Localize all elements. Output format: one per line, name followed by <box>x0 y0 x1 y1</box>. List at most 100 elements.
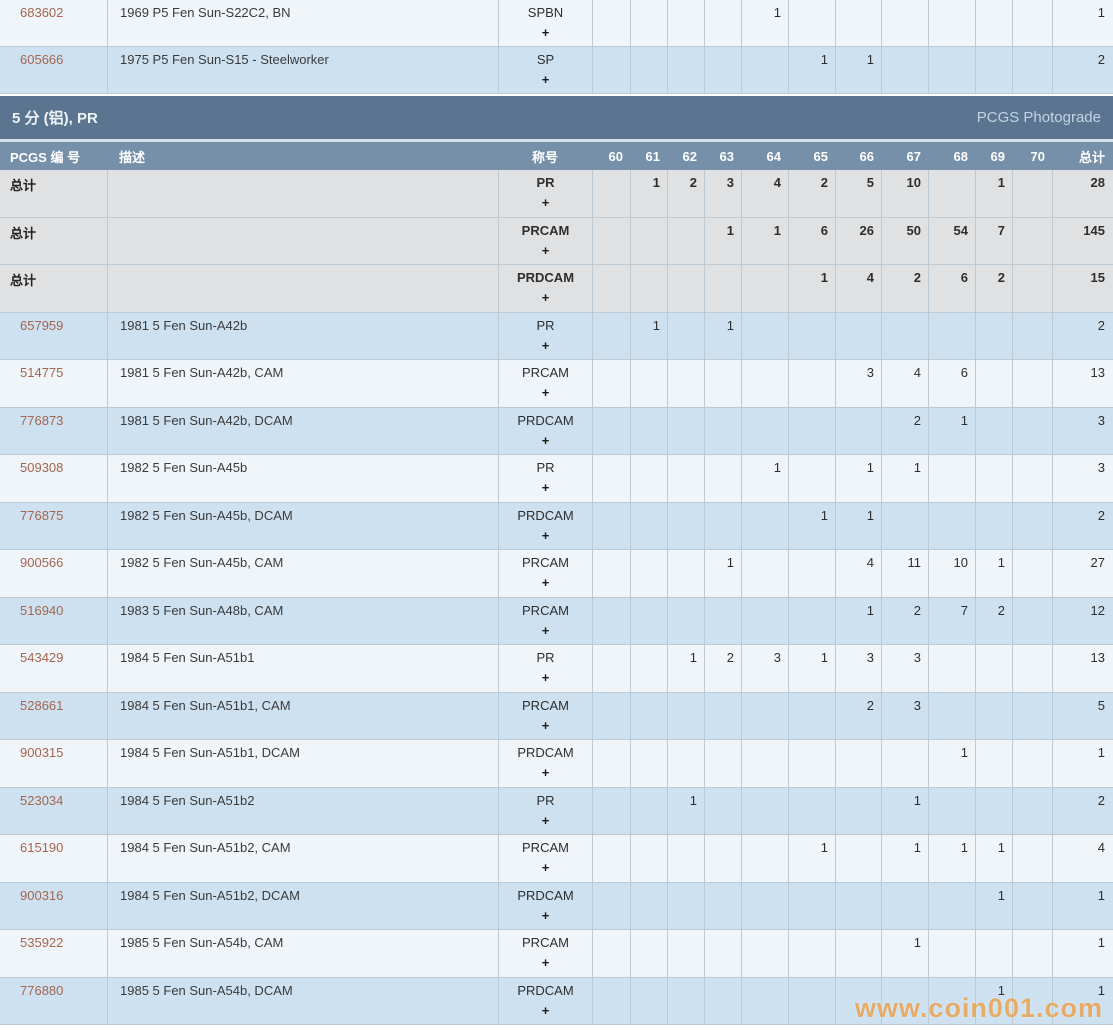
expand-plus-button[interactable]: + <box>499 813 592 829</box>
grade-count-cell <box>1012 47 1052 93</box>
pcgs-number-link[interactable]: 514775 <box>0 365 63 380</box>
grade-count-cell <box>667 0 704 46</box>
pcgs-number-link[interactable]: 900315 <box>0 745 63 760</box>
pcgs-number-link[interactable]: 776875 <box>0 508 63 523</box>
designation-cell: PRCAM+ <box>498 598 592 645</box>
pcgs-number-link[interactable]: 509308 <box>0 460 63 475</box>
coin-description: 1985 5 Fen Sun-A54b, DCAM <box>120 983 293 998</box>
expand-plus-button[interactable]: + <box>499 1003 592 1019</box>
designation-label: PR <box>499 175 592 191</box>
grade-column-header: 65 <box>788 149 835 164</box>
pcgs-number-link[interactable]: 528661 <box>0 698 63 713</box>
expand-plus-button[interactable]: + <box>499 765 592 781</box>
designation-cell: PR+ <box>498 645 592 692</box>
row-total-cell: 28 <box>1052 170 1113 217</box>
grade-count-cell: 3 <box>881 645 928 692</box>
expand-plus-button[interactable]: + <box>499 908 592 924</box>
row-total-cell: 12 <box>1052 598 1113 645</box>
grade-count-cell <box>741 598 788 645</box>
pcgs-photograde-link[interactable]: PCGS Photograde <box>977 109 1101 126</box>
expand-plus-button[interactable]: + <box>499 338 592 354</box>
pcgs-number-link[interactable]: 657959 <box>0 318 63 333</box>
expand-plus-button[interactable]: + <box>499 25 592 41</box>
description-cell: 1982 5 Fen Sun-A45b <box>107 455 498 502</box>
grade-count-cell <box>1012 645 1052 692</box>
expand-plus-button[interactable]: + <box>499 480 592 496</box>
id-cell: 776880 <box>0 978 107 1025</box>
grade-count-cell: 3 <box>835 360 881 407</box>
table-row: 6579591981 5 Fen Sun-A42bPR+112 <box>0 313 1113 361</box>
grade-column-header: 69 <box>975 149 1012 164</box>
id-cell: 总计 <box>0 170 107 217</box>
table-row: 5147751981 5 Fen Sun-A42b, CAMPRCAM+3461… <box>0 360 1113 408</box>
expand-plus-button[interactable]: + <box>499 528 592 544</box>
pcgs-number-link[interactable]: 900316 <box>0 888 63 903</box>
description-cell: 1983 5 Fen Sun-A48b, CAM <box>107 598 498 645</box>
table-header-row: PCGS 编 号 描述 称号 6061626364656667686970 总计 <box>0 142 1113 170</box>
pcgs-number-link[interactable]: 683602 <box>0 5 63 20</box>
expand-plus-button[interactable]: + <box>499 623 592 639</box>
pcgs-number-link[interactable]: 543429 <box>0 650 63 665</box>
grade-count-cell <box>1012 170 1052 217</box>
pcgs-number-link[interactable]: 523034 <box>0 793 63 808</box>
pcgs-number-link[interactable]: 605666 <box>0 52 63 67</box>
grade-count-cell <box>1012 978 1052 1025</box>
header-total: 总计 <box>1052 147 1113 166</box>
grade-count-cell <box>1012 883 1052 930</box>
designation-label: PRDCAM <box>499 888 592 904</box>
grade-count-cell <box>741 930 788 977</box>
grade-count-cell <box>592 788 630 835</box>
expand-plus-button[interactable]: + <box>499 955 592 971</box>
expand-plus-button[interactable]: + <box>499 72 592 88</box>
header-designation: 称号 <box>498 147 592 166</box>
expand-plus-button[interactable]: + <box>499 860 592 876</box>
grade-count-cell: 2 <box>667 170 704 217</box>
grade-count-cell <box>667 693 704 740</box>
grade-count-cell <box>630 835 667 882</box>
expand-plus-button[interactable]: + <box>499 575 592 591</box>
expand-plus-button[interactable]: + <box>499 290 592 306</box>
grade-count-cell: 1 <box>975 978 1012 1025</box>
grade-count-cell: 4 <box>881 360 928 407</box>
description-cell: 1984 5 Fen Sun-A51b1 <box>107 645 498 692</box>
expand-plus-button[interactable]: + <box>499 243 592 259</box>
grade-count-cell <box>592 835 630 882</box>
designation-label: SP <box>499 52 592 68</box>
expand-plus-button[interactable]: + <box>499 670 592 686</box>
grade-count-cell <box>592 930 630 977</box>
expand-plus-button[interactable]: + <box>499 433 592 449</box>
description-cell: 1984 5 Fen Sun-A51b1, DCAM <box>107 740 498 787</box>
expand-plus-button[interactable]: + <box>499 718 592 734</box>
row-total-cell: 3 <box>1052 408 1113 455</box>
id-cell: 776873 <box>0 408 107 455</box>
pcgs-number-link[interactable]: 900566 <box>0 555 63 570</box>
pcgs-number-link[interactable]: 516940 <box>0 603 63 618</box>
pcgs-number-link[interactable]: 776873 <box>0 413 63 428</box>
grade-count-cell <box>630 47 667 93</box>
grade-count-cell <box>667 218 704 265</box>
grade-count-cell <box>788 598 835 645</box>
id-cell: 900315 <box>0 740 107 787</box>
expand-plus-button[interactable]: + <box>499 195 592 211</box>
pcgs-number-link[interactable]: 615190 <box>0 840 63 855</box>
designation-cell: PR+ <box>498 313 592 360</box>
grade-count-cell: 2 <box>788 170 835 217</box>
id-cell: 总计 <box>0 218 107 265</box>
grade-count-cell <box>630 693 667 740</box>
totals-section: 总计PR+12342510128总计PRCAM+1162650547145总计P… <box>0 170 1113 313</box>
grade-count-cell <box>788 788 835 835</box>
row-total-cell: 13 <box>1052 360 1113 407</box>
grade-count-cell <box>592 598 630 645</box>
grade-count-cell <box>1012 455 1052 502</box>
grade-count-cell <box>630 930 667 977</box>
description-cell <box>107 170 498 217</box>
grade-count-cell: 3 <box>704 170 741 217</box>
expand-plus-button[interactable]: + <box>499 385 592 401</box>
grade-count-cell: 6 <box>928 265 975 312</box>
description-cell: 1984 5 Fen Sun-A51b2, DCAM <box>107 883 498 930</box>
id-cell: 总计 <box>0 265 107 312</box>
pcgs-number-link[interactable]: 535922 <box>0 935 63 950</box>
grade-count-cell <box>667 930 704 977</box>
pcgs-number-link[interactable]: 776880 <box>0 983 63 998</box>
grade-count-cell: 7 <box>975 218 1012 265</box>
